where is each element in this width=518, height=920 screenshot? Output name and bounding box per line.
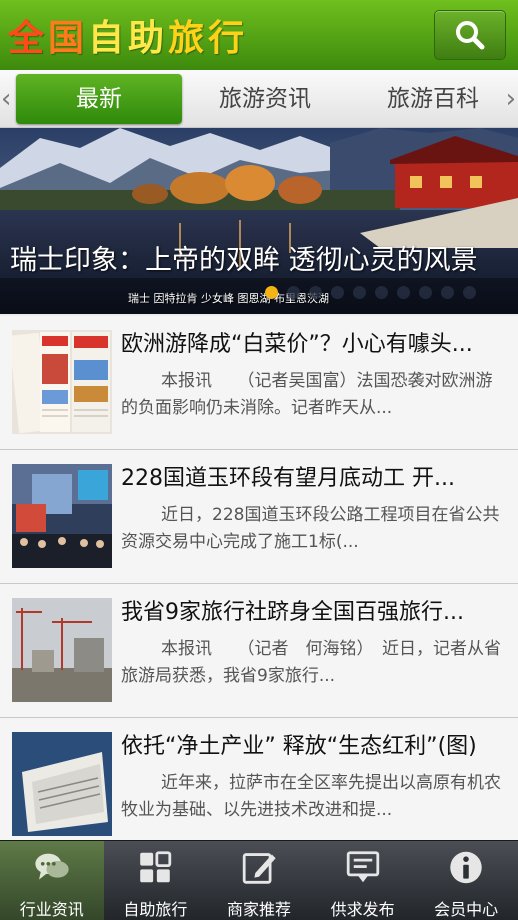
edit-icon xyxy=(242,853,276,884)
app-title-char: 旅 xyxy=(168,17,209,59)
slide-dot[interactable] xyxy=(441,286,454,299)
nav-self-travel[interactable]: 自助旅行 xyxy=(104,841,208,920)
news-summary: 本报讯 （记者吴国富）法国恐袭对欧洲游的负面影响仍未消除。记者昨天从... xyxy=(121,371,493,418)
nav-label: 供求发布 xyxy=(330,900,395,919)
nav-label: 自助旅行 xyxy=(123,900,188,919)
app-header: 全 国 自 助 旅 行 xyxy=(0,0,518,70)
tab-travel-encyclopedia[interactable]: 旅游百科 xyxy=(368,74,498,124)
info-icon xyxy=(450,851,482,884)
nav-supply-demand[interactable]: 供求发布 xyxy=(311,841,415,920)
news-title: 依托“净土产业” 释放“生态红利”(图) xyxy=(121,734,477,759)
slide-dot[interactable] xyxy=(419,286,432,299)
news-item[interactable]: 依托“净土产业” 释放“生态红利”(图) 近年来，拉萨市在全区率先提出以高原有机… xyxy=(0,718,518,840)
nav-label: 行业资讯 xyxy=(19,900,84,919)
slide-dot[interactable] xyxy=(463,286,476,299)
nav-merchant-recommend[interactable]: 商家推荐 xyxy=(207,841,311,920)
news-item[interactable]: 228国道玉环段有望月底动工 开... 近日，228国道玉环段公路工程项目在省公… xyxy=(0,450,518,584)
search-button[interactable] xyxy=(434,10,506,60)
news-summary: 近年来，拉萨市在全区率先提出以高原有机农牧业为基础、以先进技术改进和提... xyxy=(121,773,501,820)
news-title: 欧洲游降成“白菜价”？小心有噱头... xyxy=(121,332,473,357)
app-title-char: 助 xyxy=(128,17,169,59)
app-title-char: 行 xyxy=(208,17,249,59)
news-item[interactable]: 我省9家旅行社跻身全国百强旅行... 本报讯 （记者 何海铭） 近日，记者从省旅… xyxy=(0,584,518,718)
app-title: 全 国 自 助 旅 行 xyxy=(8,9,248,61)
message-icon xyxy=(346,851,379,883)
tab-travel-news[interactable]: 旅游资讯 xyxy=(200,74,330,124)
slide-dot[interactable] xyxy=(397,286,410,299)
app-title-char: 自 xyxy=(88,17,129,59)
news-list: 欧洲游降成“白菜价”？小心有噱头... 本报讯 （记者吴国富）法国恐袭对欧洲游的… xyxy=(0,316,518,840)
slide-indicator xyxy=(265,286,476,299)
category-tabs: ‹ 最新 旅游资讯 旅游百科 › xyxy=(0,70,518,128)
tab-latest[interactable]: 最新 xyxy=(16,74,182,124)
news-title: 我省9家旅行社跻身全国百强旅行... xyxy=(121,600,464,625)
news-thumbnail xyxy=(12,464,112,568)
news-item[interactable]: 欧洲游降成“白菜价”？小心有噱头... 本报讯 （记者吴国富）法国恐袭对欧洲游的… xyxy=(0,316,518,450)
slide-dot[interactable] xyxy=(375,286,388,299)
app-title-char: 国 xyxy=(48,17,89,59)
bottom-nav: 行业资讯 自助旅行 商家推荐 供求发布 会员中心 xyxy=(0,840,518,920)
banner-title: 瑞士印象：上帝的双眸 透彻心灵的风景 xyxy=(10,245,478,276)
nav-label: 商家推荐 xyxy=(226,900,291,919)
nav-member-center[interactable]: 会员中心 xyxy=(414,841,518,920)
app-title-char: 全 xyxy=(8,17,49,59)
slide-dot[interactable] xyxy=(265,286,278,299)
news-summary: 本报讯 （记者 何海铭） 近日，记者从省旅游局获悉，我省9家旅行... xyxy=(121,639,501,686)
slide-dot[interactable] xyxy=(309,286,322,299)
news-thumbnail xyxy=(12,598,112,702)
news-title: 228国道玉环段有望月底动工 开... xyxy=(121,466,455,491)
slide-dot[interactable] xyxy=(287,286,300,299)
news-thumbnail xyxy=(12,732,112,836)
slide-dot[interactable] xyxy=(331,286,344,299)
chevron-left-icon[interactable]: ‹ xyxy=(1,84,11,114)
news-thumbnail xyxy=(12,330,112,434)
chevron-right-icon[interactable]: › xyxy=(506,84,516,114)
slide-dot[interactable] xyxy=(353,286,366,299)
nav-label: 会员中心 xyxy=(434,900,499,919)
chat-bubbles-icon xyxy=(35,853,69,880)
news-summary: 近日，228国道玉环段公路工程项目在省公共资源交易中心完成了施工1标(... xyxy=(121,505,500,552)
search-icon xyxy=(456,21,485,50)
nav-industry-news[interactable]: 行业资讯 xyxy=(0,841,104,920)
grid-icon xyxy=(140,851,172,883)
